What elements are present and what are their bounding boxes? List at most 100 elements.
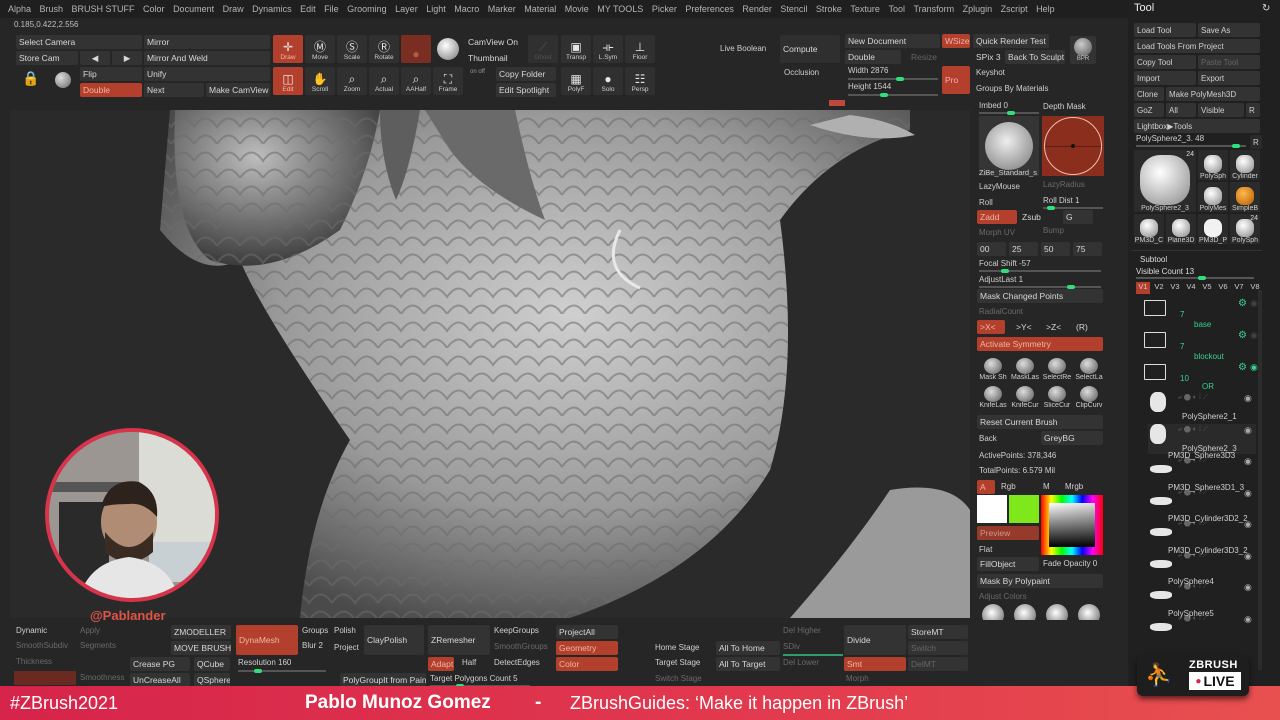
menu-my-tools[interactable]: MY TOOLS [597, 4, 643, 14]
live-boolean-toggle[interactable]: Live Boolean [720, 44, 766, 53]
focal-shift-slider[interactable]: Focal Shift -57 [979, 259, 1031, 268]
visibility-set-v3[interactable]: V3 [1168, 282, 1182, 294]
symmetry-z-button[interactable]: >Z< [1043, 320, 1071, 334]
width-slider-label[interactable]: Width 2876 [848, 66, 888, 75]
home-stage-button[interactable]: Home Stage [655, 643, 699, 652]
visibility-set-v7[interactable]: V7 [1232, 282, 1246, 294]
target-polygons-slider[interactable]: Target Polygons Count 5 [430, 674, 518, 683]
rotate-mode-button[interactable]: Ⓡ Rotate [369, 35, 399, 63]
visible-count-track[interactable] [1136, 276, 1254, 280]
apply-button[interactable]: Apply [80, 626, 100, 635]
resolution-knob[interactable] [254, 669, 262, 673]
adapt-button[interactable]: Adapt [428, 657, 454, 671]
color-picker[interactable] [1041, 495, 1103, 555]
eye-icon[interactable]: ◉ [1244, 614, 1252, 625]
lsym-button[interactable]: ⟛ L.Sym [593, 35, 623, 63]
mirror-button[interactable]: Mirror [144, 35, 270, 49]
subtool-scrollbar[interactable] [1258, 290, 1262, 670]
zmodeller-brush-button[interactable]: ZMODELLER [171, 625, 231, 639]
keyshot-button[interactable]: Keyshot [976, 68, 1005, 77]
brush-mask-3[interactable]: SelectLa [1073, 358, 1105, 384]
menu-file[interactable]: File [324, 4, 339, 14]
menu-light[interactable]: Light [426, 4, 446, 14]
edit-spotlight-button[interactable]: Edit Spotlight [496, 83, 556, 97]
eye-icon[interactable]: ◉ [1250, 362, 1258, 373]
keepgroups-toggle[interactable]: KeepGroups [494, 626, 539, 635]
eye-icon[interactable]: ◉ [1250, 298, 1258, 309]
sdiv-track[interactable] [783, 654, 843, 656]
menu-stencil[interactable]: Stencil [780, 4, 807, 14]
width-slider-knob[interactable] [896, 77, 904, 81]
tool-thumbnail[interactable]: SimpleB [1230, 182, 1260, 212]
spotlight-on-off[interactable]: on off [470, 69, 485, 75]
symmetry-x-button[interactable]: >X< [977, 320, 1005, 334]
persp-button[interactable]: ☷ Persp [625, 67, 655, 95]
subtool-item[interactable]: ⤶ ⬤ ◐ ⁞ ⟋ ◉ PolySphere4 [1148, 577, 1256, 611]
load-tool-button[interactable]: Load Tool [1134, 23, 1196, 37]
transp-button[interactable]: ▣ Transp [561, 35, 591, 63]
brush-cut-2[interactable]: SliceCur [1041, 386, 1073, 412]
wsize-button[interactable]: WSize [942, 34, 970, 48]
brush-thumbnail[interactable] [979, 116, 1039, 176]
subtool-folder[interactable]: 7 base ⚙ ◉ [1136, 298, 1258, 329]
tool-thumbnail[interactable]: PM3D_P [1198, 214, 1228, 244]
menu-layer[interactable]: Layer [395, 4, 418, 14]
crease-pg-button[interactable]: Crease PG [130, 657, 190, 671]
next-button[interactable]: Next [144, 83, 204, 97]
draw-mode-button[interactable]: ✛ Draw [273, 35, 303, 63]
menu-document[interactable]: Document [173, 4, 214, 14]
quick-render-test-button[interactable]: Quick Render Test [973, 34, 1049, 48]
visibility-set-v1[interactable]: V1 [1136, 282, 1150, 294]
groups-by-materials-button[interactable]: Groups By Materials [976, 84, 1048, 93]
subtool-item[interactable]: ⤶ ⬤ ◐ ⁞ ⟋ ◉ PolySphere2_3 [1148, 423, 1256, 454]
polish-toggle[interactable]: Polish [334, 626, 356, 635]
storemt-button[interactable]: StoreMT [908, 625, 968, 639]
eye-icon[interactable]: ◉ [1244, 425, 1252, 436]
tool-thumbnail[interactable]: PolySph [1198, 150, 1228, 180]
double-doc-button[interactable]: Double [845, 50, 901, 64]
menu-zplugin[interactable]: Zplugin [963, 4, 993, 14]
tool-thumbnail[interactable]: PolySph 24 [1230, 214, 1260, 244]
visibility-set-v4[interactable]: V4 [1184, 282, 1198, 294]
current-tool-track[interactable] [1136, 144, 1246, 148]
qcube-button[interactable]: QCube [194, 657, 230, 671]
resize-button[interactable]: Resize [908, 50, 940, 64]
compute-button[interactable]: Compute [780, 35, 840, 63]
color-picker-square[interactable] [1049, 503, 1095, 547]
depth-mask-widget[interactable] [1042, 116, 1104, 176]
visible-button[interactable]: Visible [1198, 103, 1244, 117]
pro-button[interactable]: Pro [942, 66, 970, 94]
all-button[interactable]: All [1166, 103, 1196, 117]
eye-icon[interactable]: ◉ [1244, 456, 1252, 467]
eye-icon[interactable]: ◉ [1250, 330, 1258, 341]
all-to-home-button[interactable]: All To Home [716, 641, 780, 655]
tool-thumbnail[interactable]: PM3D_C [1134, 214, 1164, 244]
eye-icon[interactable]: ◉ [1244, 488, 1252, 499]
actual-button[interactable]: ⌕ Actual [369, 67, 399, 95]
color-toggle[interactable]: Color [556, 657, 618, 671]
gear-icon[interactable]: ⚙ [1238, 362, 1247, 373]
gear-icon[interactable]: ⚙ [1238, 298, 1247, 309]
resolution-slider[interactable]: Resolution 160 [238, 658, 291, 667]
adjust-colors-button[interactable]: Adjust Colors [979, 592, 1027, 601]
delmt-button[interactable]: DelMT [908, 657, 968, 671]
del-lower-button[interactable]: Del Lower [783, 658, 819, 667]
brush-mask-0[interactable]: Mask Sh [977, 358, 1009, 384]
lock-camera-icon[interactable]: 🔒 [22, 70, 42, 92]
tool-r-button[interactable]: R [1250, 135, 1262, 149]
width-slider[interactable] [848, 77, 938, 81]
menu-movie[interactable]: Movie [565, 4, 589, 14]
floor-button[interactable]: ⊥ Floor [625, 35, 655, 63]
aahalf-button[interactable]: ⌕ AAHalf [401, 67, 431, 95]
brush-mask-1[interactable]: MaskLas [1009, 358, 1041, 384]
subtool-item[interactable]: ⤶ ⬤ ◐ ⁞ ⟋ ◉ PM3D_Cylinder3D2_2 [1148, 514, 1256, 548]
radial-count-slider[interactable]: RadialCount [979, 307, 1023, 316]
gear-icon[interactable]: ⚙ [1238, 330, 1247, 341]
resolution-track[interactable] [238, 669, 326, 673]
subtool-item[interactable]: ⤶ ⬤ ◐ ⁞ ⟋ ◉ PolySphere5 [1148, 609, 1256, 643]
zbrush-logo-icon[interactable] [437, 38, 459, 60]
dynamic-subdiv-toggle[interactable] [14, 671, 76, 685]
material-swatch-button[interactable]: ● [401, 35, 431, 63]
zsub-button[interactable]: Zsub [1019, 210, 1059, 224]
imbed-slider[interactable]: Imbed 0 [979, 101, 1008, 110]
